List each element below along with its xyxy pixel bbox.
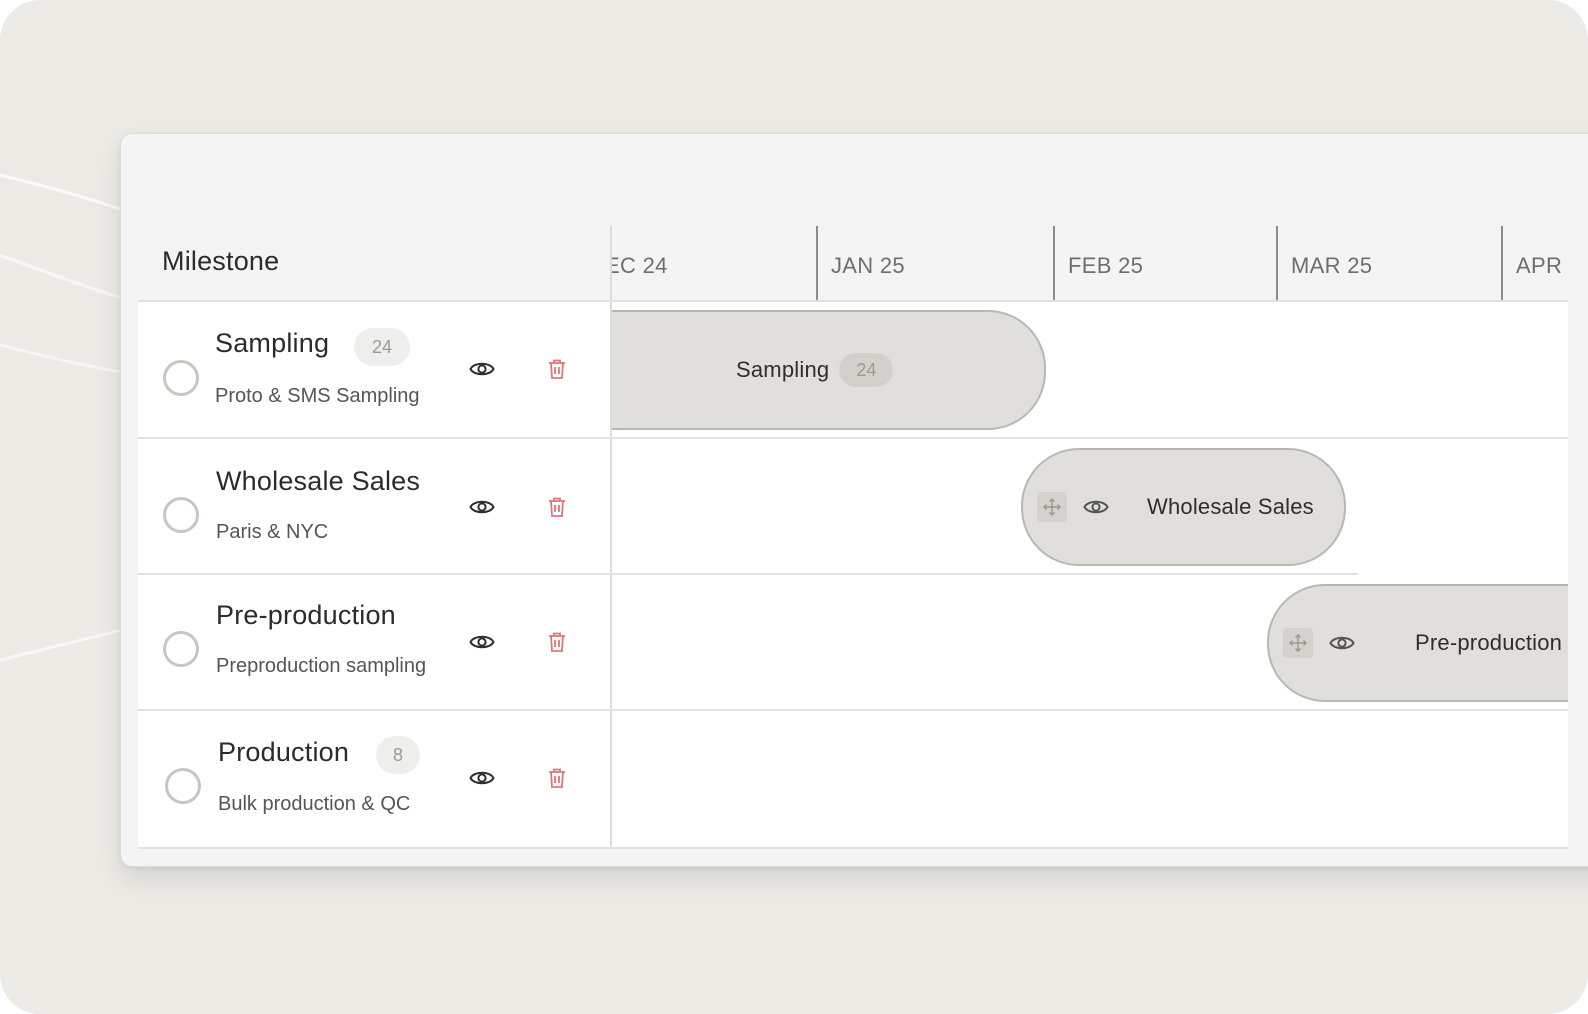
month-label-dec: EC 24 bbox=[611, 253, 668, 278]
month-divider bbox=[1276, 226, 1278, 300]
trash-icon[interactable] bbox=[546, 631, 568, 658]
status-radio[interactable] bbox=[163, 497, 199, 533]
month-label-feb: FEB 25 bbox=[1068, 253, 1144, 278]
timeline-bar-sampling[interactable]: Sampling 24 bbox=[612, 310, 1046, 430]
trash-icon[interactable] bbox=[546, 358, 568, 385]
milestone-subtitle: Paris & NYC bbox=[216, 521, 329, 543]
move-icon[interactable] bbox=[1283, 628, 1313, 658]
milestone-subtitle: Proto & SMS Sampling bbox=[215, 385, 420, 407]
timeline-header: EC 24 JAN 25 FEB 25 MAR 25 APR 25 bbox=[611, 226, 1568, 300]
month-label-jan: JAN 25 bbox=[831, 253, 905, 278]
milestone-title: Wholesale Sales bbox=[216, 466, 421, 496]
eye-icon[interactable] bbox=[469, 768, 495, 793]
bar-label: Sampling bbox=[736, 357, 830, 382]
eye-icon[interactable] bbox=[1083, 497, 1109, 517]
milestone-list bbox=[138, 302, 611, 848]
row-divider bbox=[138, 847, 1568, 849]
milestone-title: Production bbox=[218, 737, 350, 767]
timeline-chart: Sampling 24 Wholesale Sales Pre-producti… bbox=[612, 302, 1568, 848]
bar-label: Pre-production bbox=[1415, 630, 1563, 655]
status-radio[interactable] bbox=[165, 768, 201, 804]
month-label-apr: APR 25 bbox=[1516, 253, 1568, 278]
row-divider bbox=[138, 709, 1568, 711]
eye-icon[interactable] bbox=[469, 497, 495, 522]
eye-icon[interactable] bbox=[1329, 633, 1355, 653]
count-badge: 24 bbox=[354, 328, 410, 366]
bar-count-badge: 24 bbox=[839, 353, 894, 387]
bar-label: Wholesale Sales bbox=[1147, 494, 1314, 519]
milestone-column-header: Milestone bbox=[162, 246, 280, 276]
month-label-mar: MAR 25 bbox=[1291, 253, 1373, 278]
timeline-bar-pre-production[interactable]: Pre-production bbox=[1267, 584, 1568, 702]
month-divider bbox=[816, 226, 818, 300]
eye-icon[interactable] bbox=[469, 632, 495, 657]
status-radio[interactable] bbox=[163, 631, 199, 667]
trash-icon[interactable] bbox=[546, 496, 568, 523]
month-divider bbox=[1501, 226, 1503, 300]
move-icon[interactable] bbox=[1037, 492, 1067, 522]
row-divider bbox=[138, 573, 1358, 575]
trash-icon[interactable] bbox=[546, 767, 568, 794]
milestone-title: Pre-production bbox=[216, 600, 396, 630]
milestone-title: Sampling bbox=[215, 328, 330, 358]
milestone-subtitle: Bulk production & QC bbox=[218, 793, 411, 815]
count-badge: 8 bbox=[376, 736, 420, 774]
timeline-bar-wholesale-sales[interactable]: Wholesale Sales bbox=[1021, 448, 1346, 566]
month-divider bbox=[1053, 226, 1055, 300]
row-divider bbox=[138, 437, 1568, 439]
list-divider bbox=[610, 226, 612, 848]
eye-icon[interactable] bbox=[469, 359, 495, 384]
app-background: Milestone EC 24 JAN 25 FEB 25 MAR 25 APR… bbox=[0, 0, 1588, 1014]
milestone-subtitle: Preproduction sampling bbox=[216, 655, 427, 677]
status-radio[interactable] bbox=[163, 360, 199, 396]
header-divider bbox=[138, 300, 1568, 302]
